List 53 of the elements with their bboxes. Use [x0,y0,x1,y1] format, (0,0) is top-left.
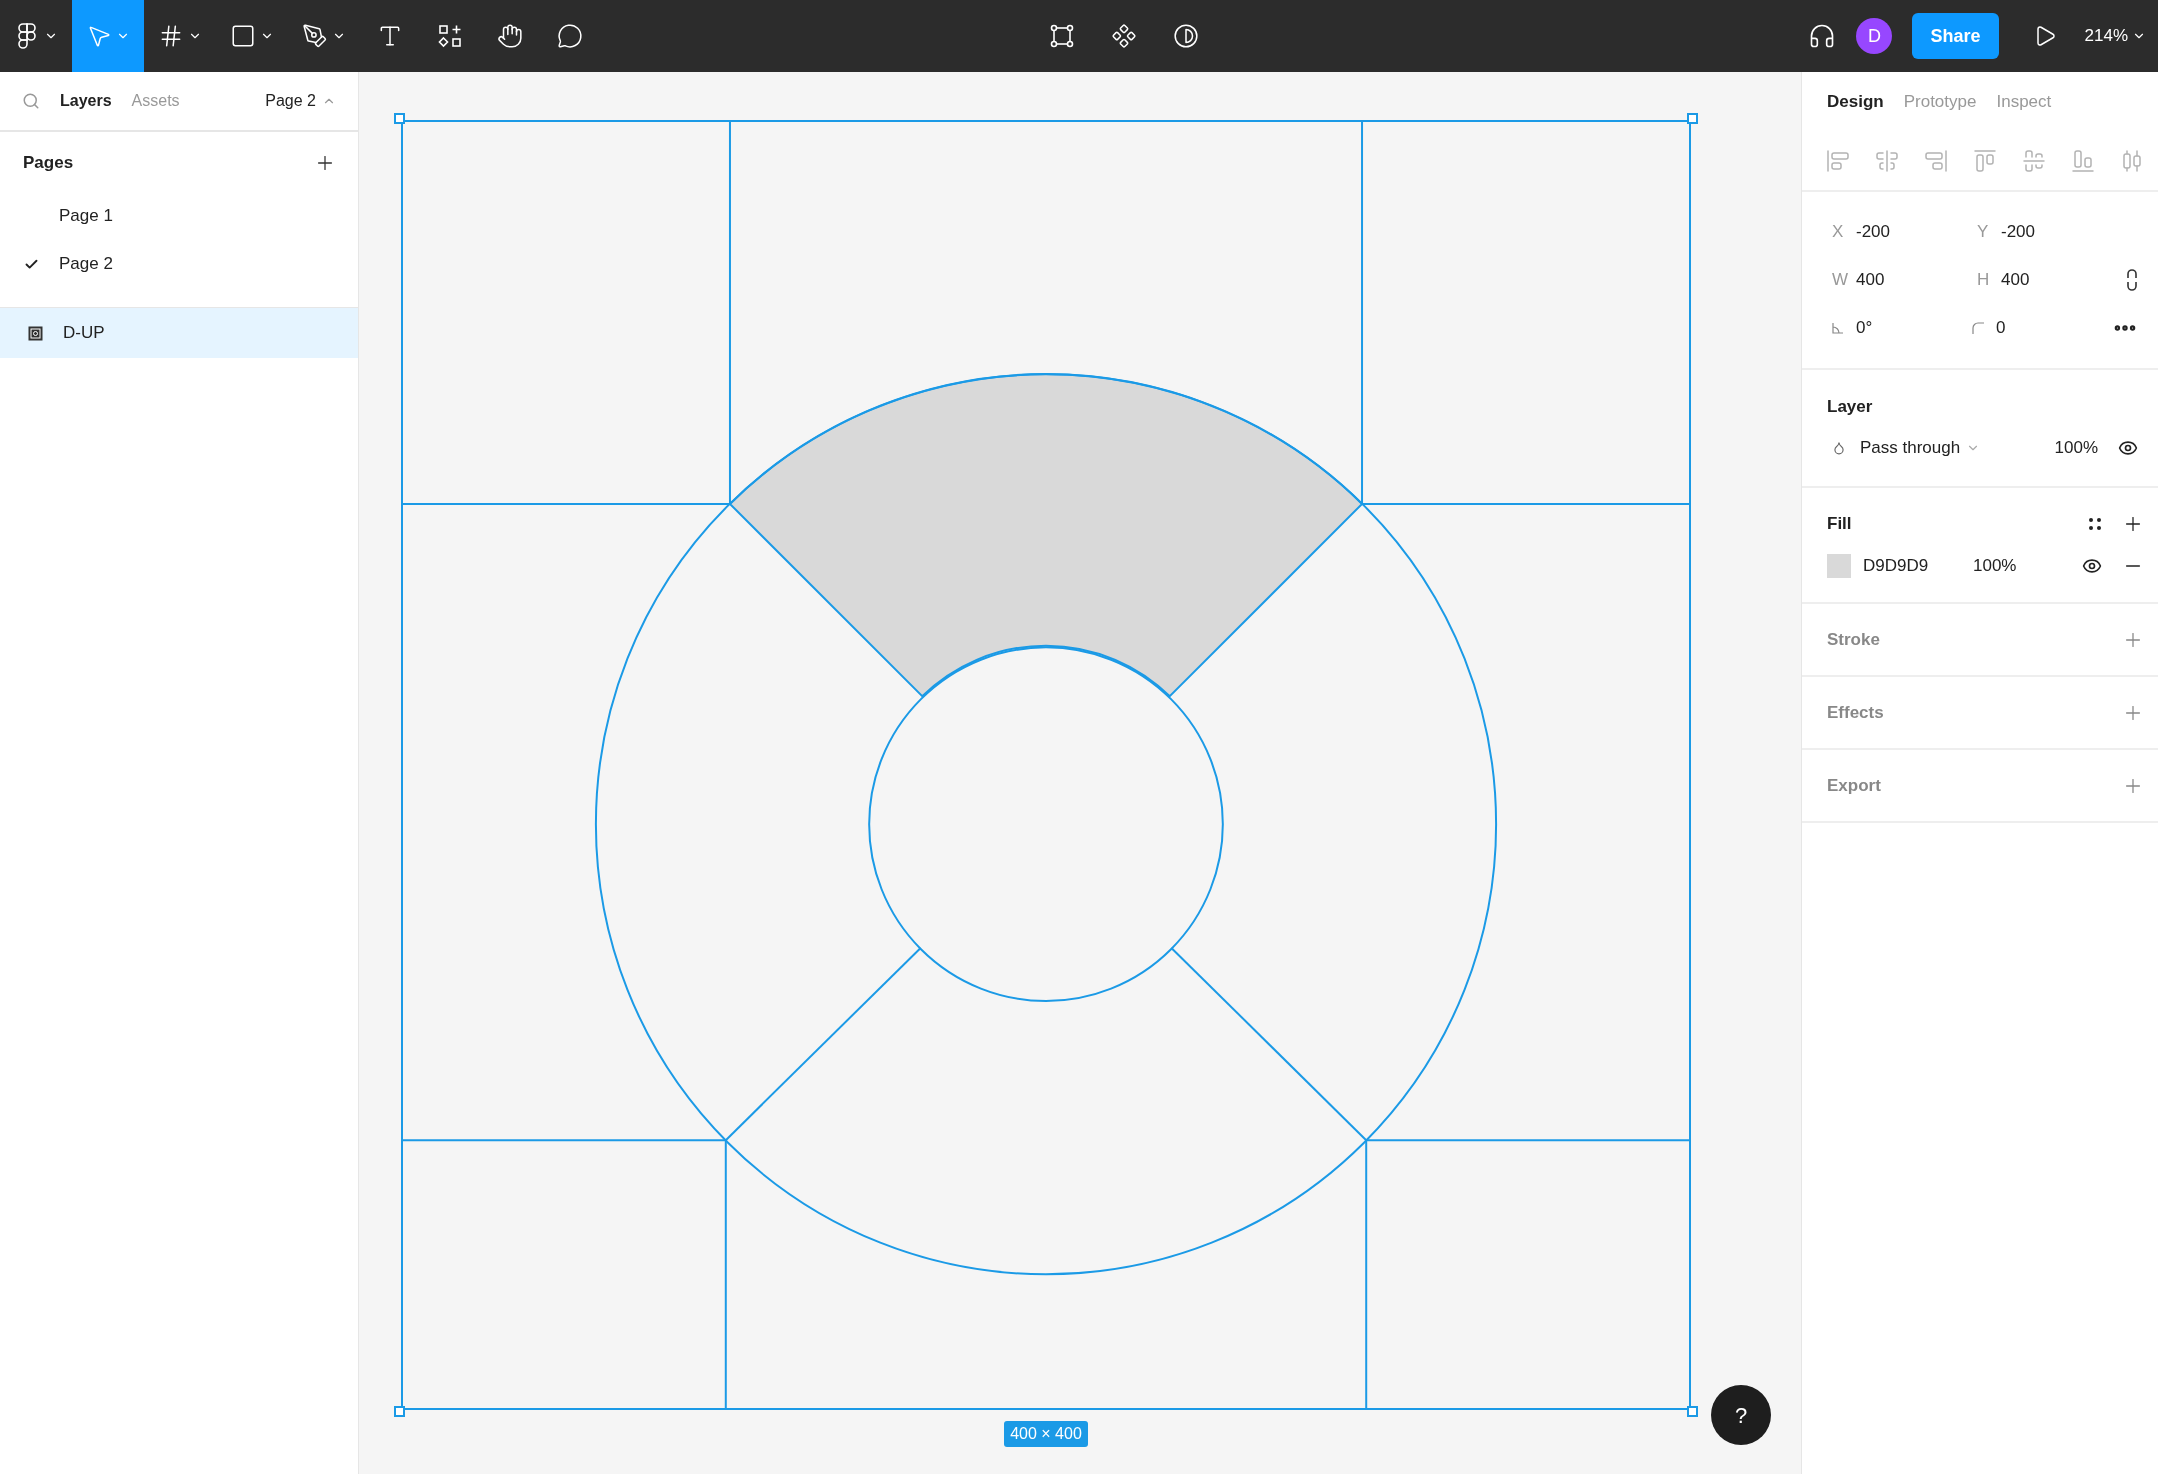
size-label: 400 × 400 [1004,1421,1088,1447]
droplet-icon [1832,441,1846,455]
resize-handle[interactable] [394,113,405,124]
shapes-icon [437,23,463,49]
property-label: X [1832,221,1845,244]
page-item[interactable]: Page 2 [0,240,358,288]
frame-layer-icon [28,325,43,341]
comment-icon [557,23,583,49]
angle-icon [1832,322,1844,334]
section-title: Fill [1827,513,1852,536]
resize-handle[interactable] [1687,1406,1698,1417]
contrast-icon [1173,23,1199,49]
component-icon [1111,23,1137,49]
inner-circle[interactable] [868,646,1224,1002]
search-icon[interactable] [22,92,40,110]
section-title[interactable]: Effects [1827,699,1884,726]
property-value[interactable]: 400 [2001,267,2030,293]
edit-object-icon [1049,23,1075,49]
help-button[interactable]: ? [1711,1385,1771,1445]
resize-handle[interactable] [1687,113,1698,124]
property-label: Y [1977,221,1990,244]
panel-tab[interactable]: Design [1827,89,1884,115]
property-label: H [1977,269,1991,292]
color-swatch[interactable] [1827,554,1851,578]
property-value[interactable]: 0° [1856,315,1873,341]
opacity-value[interactable]: 100% [1973,553,2017,579]
page-item[interactable]: Page 1 [0,192,358,240]
opacity-value[interactable]: 100% [2054,435,2098,461]
property-value[interactable]: -200 [2001,219,2036,245]
section-title[interactable]: Stroke [1827,626,1880,653]
hand-icon [497,23,523,49]
eye-icon[interactable] [2082,556,2102,576]
eye-icon[interactable] [2118,438,2138,458]
property-label: W [1832,269,1850,292]
styles-icon[interactable] [2088,517,2102,531]
panel-tab[interactable]: Layers [60,89,112,113]
pen-icon [302,23,328,49]
property-value[interactable]: -200 [1856,219,1891,245]
rectangle-icon [230,23,256,49]
page-dropdown[interactable]: Page 2 [265,89,336,113]
color-hex-value[interactable]: D9D9D9 [1863,553,1973,579]
property-value[interactable]: 400 [1856,267,1885,293]
blend-mode-dropdown[interactable]: Pass through [1860,435,1981,461]
section-title[interactable]: Export [1827,772,1881,799]
property-value[interactable]: 0 [1996,315,2006,341]
resize-handle[interactable] [394,1406,405,1417]
user-avatar[interactable]: D [1856,18,1893,54]
link-proportions-icon[interactable] [2126,269,2138,291]
section-title: Layer [1826,396,1874,419]
layer-item[interactable]: D-UP [0,308,358,358]
zoom-dropdown[interactable]: 214% [2084,23,2146,49]
section-title: Pages [23,152,74,175]
corner-radius-icon [1972,322,1984,334]
